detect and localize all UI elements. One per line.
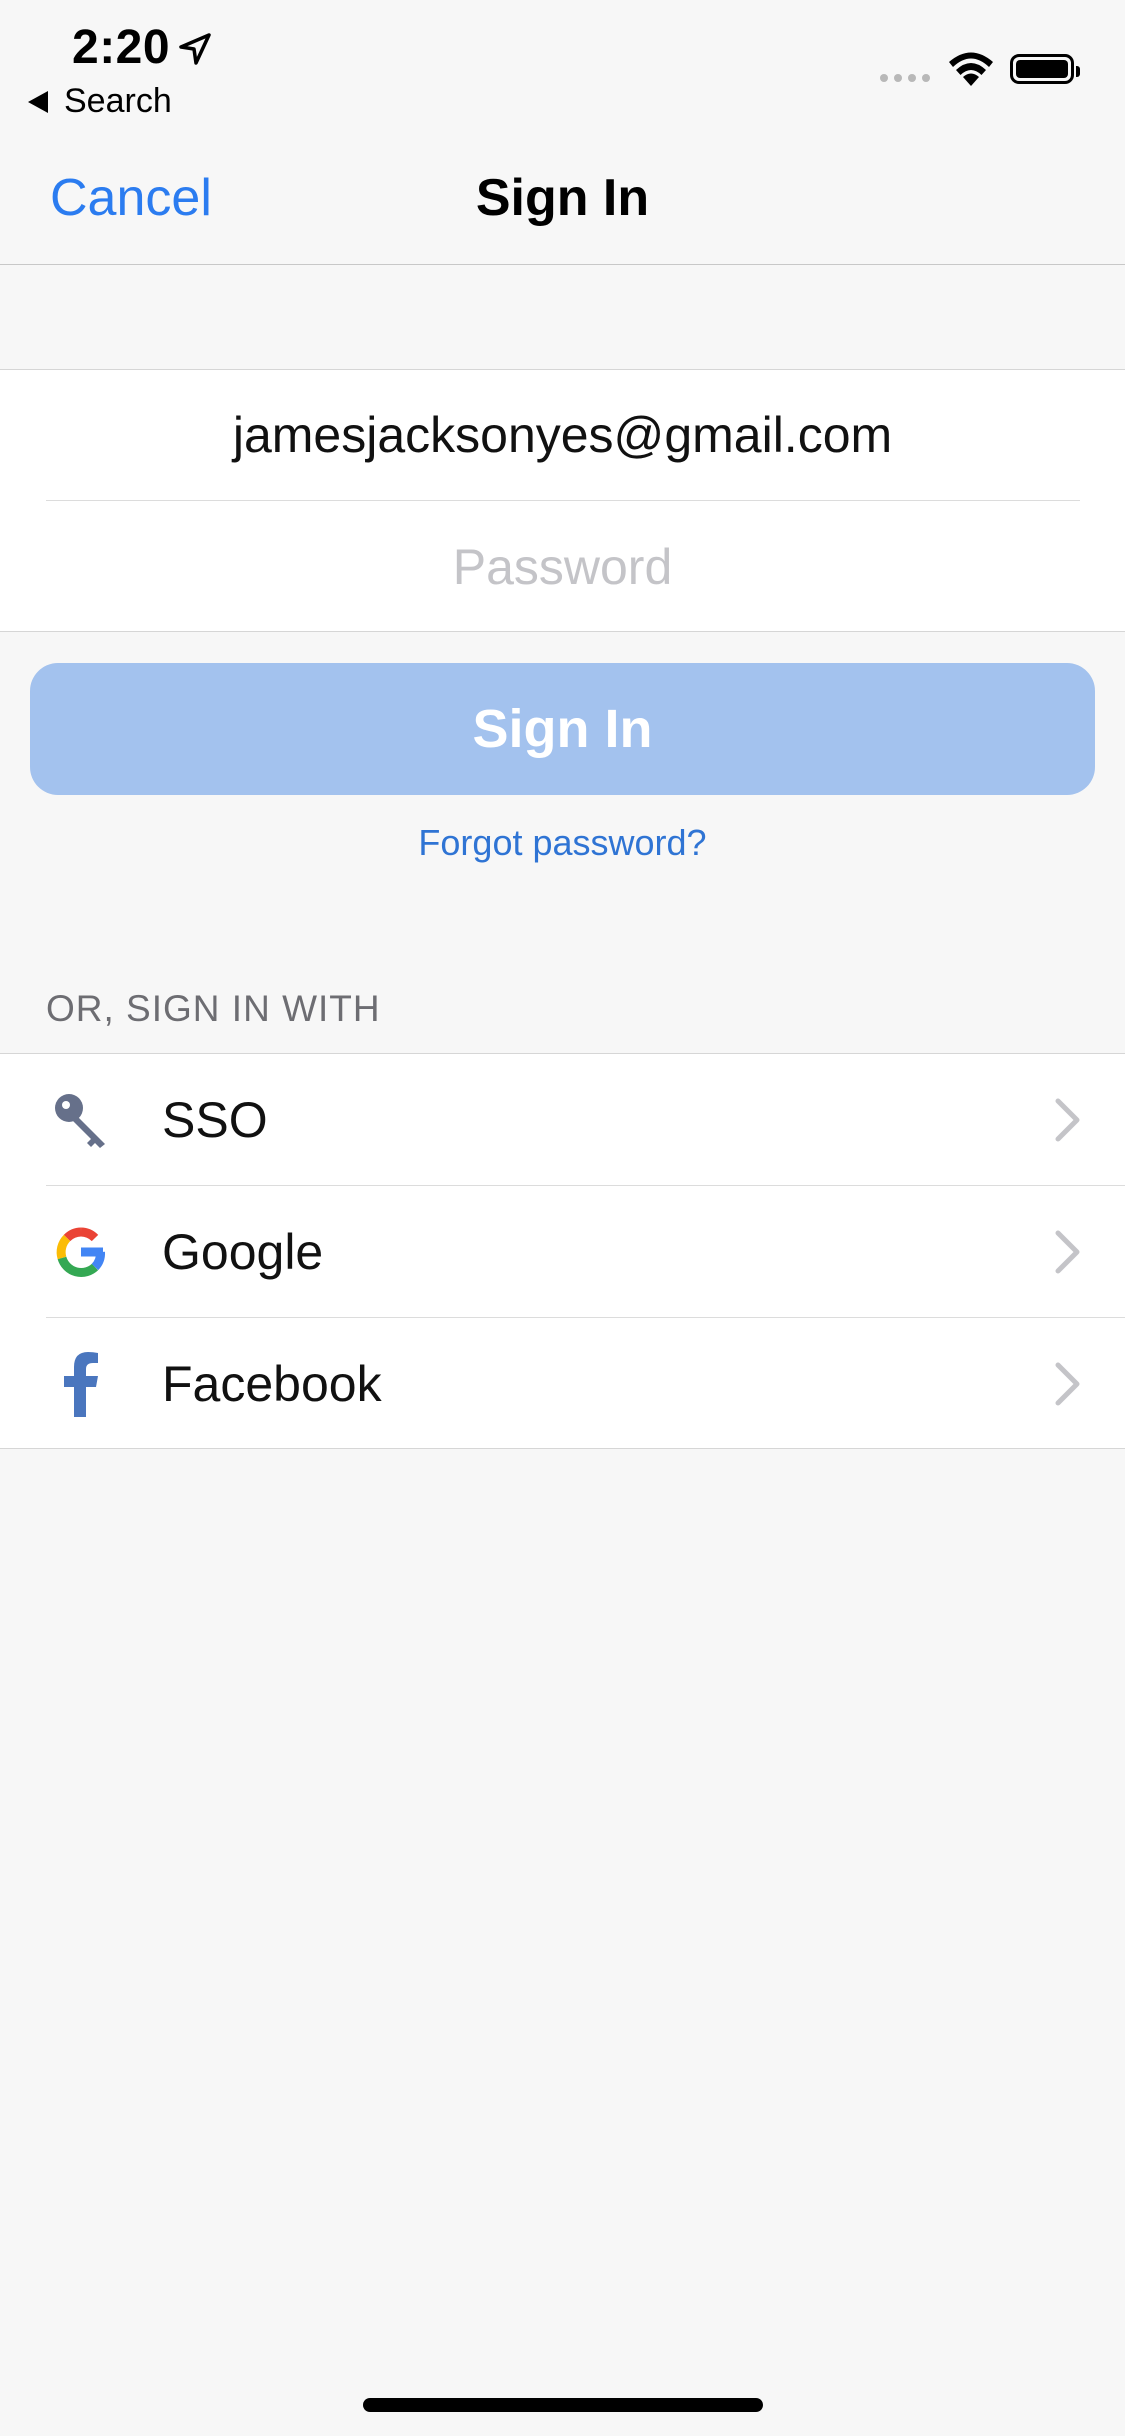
nav-divider [0, 264, 1125, 265]
section-header: OR, SIGN IN WITH [46, 988, 381, 1029]
provider-label: SSO [162, 1091, 268, 1148]
location-arrow-icon [179, 33, 211, 65]
field-divider [46, 500, 1080, 501]
wifi-icon [949, 52, 993, 86]
forgot-password-link[interactable]: Forgot password? [0, 822, 1125, 864]
provider-label: Google [162, 1223, 324, 1280]
chevron-right-icon [1055, 1098, 1080, 1141]
battery-icon [1010, 54, 1080, 84]
email-field-row [0, 370, 1125, 500]
email-field[interactable] [60, 405, 1065, 465]
password-field[interactable] [60, 537, 1065, 597]
back-triangle-icon [28, 90, 48, 113]
provider-label: Facebook [162, 1355, 382, 1412]
credentials-form [0, 369, 1125, 632]
provider-row-facebook[interactable]: Facebook [0, 1318, 1125, 1449]
facebook-logo-icon [46, 1349, 116, 1419]
key-icon [46, 1085, 116, 1155]
sign-in-button[interactable]: Sign In [30, 663, 1095, 795]
cellular-signal-icon [880, 74, 930, 82]
provider-row-sso[interactable]: SSO [0, 1054, 1125, 1185]
chevron-right-icon [1055, 1230, 1080, 1273]
home-indicator[interactable] [363, 2398, 763, 2412]
back-search-label: Search [64, 82, 172, 120]
password-field-row [0, 502, 1125, 632]
cancel-button[interactable]: Cancel [50, 168, 212, 228]
sign-in-provider-list: SSO Google Facebook [0, 1053, 1125, 1449]
status-time: 2:20 [72, 21, 171, 74]
back-to-search-button[interactable]: Search [28, 82, 172, 121]
provider-row-google[interactable]: Google [0, 1186, 1125, 1317]
chevron-right-icon [1055, 1362, 1080, 1405]
google-logo-icon [46, 1217, 116, 1287]
